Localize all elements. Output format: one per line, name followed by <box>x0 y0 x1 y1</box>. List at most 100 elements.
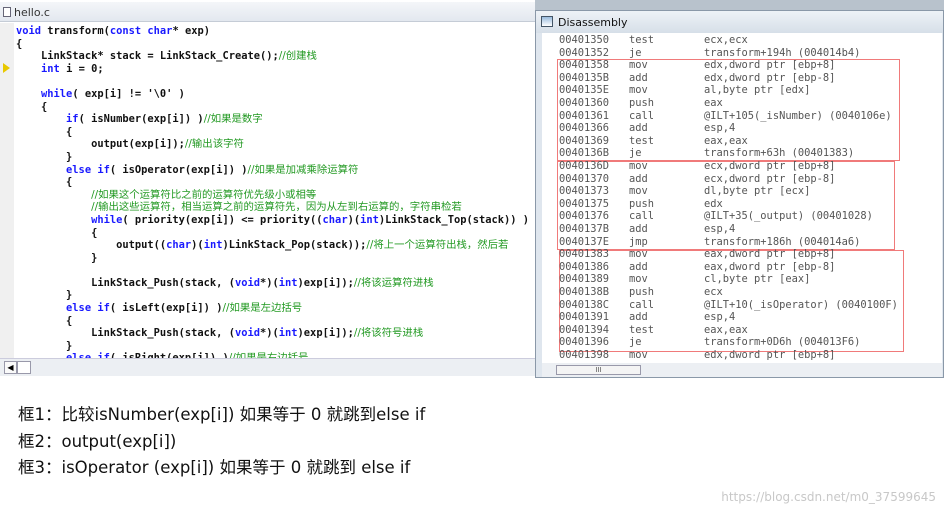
disassembly-row[interactable]: 00401366 add esp,4 <box>542 122 942 135</box>
code-text: ( isNumber(exp[i]) ) <box>78 113 204 126</box>
address: 00401361 <box>559 109 610 122</box>
address: 0040137E <box>559 235 610 248</box>
disassembly-row[interactable]: 0040135B add edx,dword ptr [ebp-8] <box>542 72 942 85</box>
disassembly-row[interactable]: 00401358 mov edx,dword ptr [ebp+8] <box>542 59 942 72</box>
code-line: } <box>16 340 534 353</box>
disassembly-row[interactable]: 00401350 test ecx,ecx <box>542 34 942 47</box>
keyword: if <box>66 113 79 126</box>
keyword: void <box>16 25 42 37</box>
operands: eax,eax <box>704 323 748 336</box>
disassembly-row[interactable]: 0040136D mov ecx,dword ptr [ebp+8] <box>542 160 942 173</box>
scroll-thumb[interactable] <box>17 361 31 374</box>
disassembly-row[interactable]: 00401383 mov eax,dword ptr [ebp+8] <box>542 248 942 261</box>
disassembly-row[interactable]: 00401375 push edx <box>542 198 942 211</box>
mnemonic: add <box>629 71 648 84</box>
disassembly-row[interactable]: 00401394 test eax,eax <box>542 324 942 337</box>
disassembly-row[interactable]: 00401398 mov edx,dword ptr [ebp+8] <box>542 349 942 362</box>
mnemonic: push <box>629 97 655 109</box>
disassembly-titlebar[interactable]: Disassembly <box>536 11 943 33</box>
mnemonic: push <box>629 197 655 210</box>
keyword: int <box>278 327 298 340</box>
disassembly-row[interactable]: 00401373 mov dl,byte ptr [ecx] <box>542 185 942 198</box>
address: 0040137B <box>559 223 610 235</box>
comment: //将该运算符进栈 <box>353 276 434 289</box>
code-text: ( isOperator(exp[i]) ) <box>109 163 248 176</box>
operands: edx,dword ptr [ebp-8] <box>704 71 836 84</box>
operands: transform+0D6h (004013F6) <box>704 336 861 349</box>
disassembly-listing[interactable]: 00401350 test ecx,ecx 00401352 je transform+1… <box>542 33 942 363</box>
disassembly-row[interactable]: 00401360 push eax <box>542 97 942 110</box>
operands: edx,dword ptr [ebp+8] <box>704 349 836 361</box>
keyword: int <box>41 62 60 75</box>
address: 00401350 <box>559 34 610 46</box>
code-line: while( priority(exp[i]) <= priority((cha… <box>16 214 534 227</box>
address: 00401370 <box>559 172 610 185</box>
code-line: output((char)(int)LinkStack_Pop(stack));… <box>16 239 534 252</box>
note-box-3: 框3：isOperator (exp[i]) 如果等于 0 就跳到 else i… <box>18 458 411 477</box>
code-text: )( <box>191 239 204 252</box>
operands: ecx,ecx <box>704 34 748 46</box>
disassembly-row[interactable]: 0040137B add esp,4 <box>542 223 942 236</box>
disassembly-row[interactable]: 00401352 je transform+194h (004014b4) <box>542 47 942 60</box>
disassembly-row[interactable]: 0040136B je transform+63h (00401383) <box>542 147 942 160</box>
address: 00401360 <box>559 97 610 109</box>
operands: esp,4 <box>704 311 736 324</box>
disassembly-row[interactable]: 00401396 je transform+0D6h (004013F6) <box>542 336 942 349</box>
disassembly-row[interactable]: 00401370 add ecx,dword ptr [ebp-8] <box>542 173 942 186</box>
disassembly-row[interactable]: 0040137E jmp transform+186h (004014a6) <box>542 236 942 249</box>
disassembly-window: Disassembly 00401350 test ecx,ecx 00401352 j… <box>535 10 944 378</box>
mnemonic: mov <box>629 349 648 361</box>
code-text: )exp[i]); <box>297 276 354 289</box>
disassembly-row[interactable]: 0040135E mov al,byte ptr [edx] <box>542 84 942 97</box>
disassembly-row[interactable]: 00401391 add esp,4 <box>542 311 942 324</box>
comment: //输出该字符 <box>184 138 244 151</box>
code-area[interactable]: void transform(const char* exp){ LinkSta… <box>16 25 534 358</box>
disassembly-horizontal-scrollbar[interactable]: III <box>542 363 942 377</box>
comment: //如果是左边括号 <box>222 302 303 315</box>
operands: transform+63h (00401383) <box>704 147 855 160</box>
code-text: { <box>16 314 73 327</box>
code-line: LinkStack* stack = LinkStack_Create();//… <box>16 50 534 63</box>
disassembly-row[interactable]: 00401361 call @ILT+105(_isNumber) (0040106… <box>542 110 942 123</box>
code-line: LinkStack_Push(stack, (void*)(int)exp[i]… <box>16 277 534 290</box>
disassembly-row[interactable]: 0040138C call @ILT+10(_isOperator) (004010… <box>542 299 942 312</box>
source-editor-window: hello.c void transform(const char* exp){… <box>0 0 536 378</box>
code-text: LinkStack_Push(stack, ( <box>16 327 235 340</box>
disassembly-row[interactable]: 00401386 add eax,dword ptr [ebp-8] <box>542 261 942 274</box>
mnemonic: add <box>629 122 648 135</box>
comment: //如果是加减乘除运算符 <box>247 163 359 176</box>
mnemonic: call <box>629 210 655 223</box>
keyword: void <box>234 276 260 289</box>
disassembly-row[interactable]: 00401369 test eax,eax <box>542 135 942 148</box>
code-text: ( priority(exp[i]) <= priority(( <box>122 213 323 226</box>
scroll-thumb[interactable]: III <box>556 365 641 375</box>
disassembly-row[interactable]: 00401389 mov cl,byte ptr [eax] <box>542 273 942 286</box>
mnemonic: mov <box>629 160 648 172</box>
operands: al,byte ptr [edx] <box>704 84 811 97</box>
code-line: int i = 0; <box>16 63 534 76</box>
operands: transform+186h (004014a6) <box>704 235 861 248</box>
operands: cl,byte ptr [eax] <box>704 273 811 286</box>
address: 00401369 <box>559 134 610 147</box>
editor-horizontal-scrollbar[interactable]: ◀ <box>0 358 536 376</box>
code-line: output(exp[i]);//输出该字符 <box>16 138 534 151</box>
code-text: )LinkStack_Pop(stack)); <box>222 239 367 252</box>
operands: ecx <box>704 286 723 298</box>
code-text: } <box>16 251 98 264</box>
disassembly-row[interactable]: 00401376 call @ILT+35(_output) (00401028) <box>542 210 942 223</box>
note-box-2: 框2：output(exp[i]) <box>18 431 177 451</box>
scroll-left-icon[interactable]: ◀ <box>4 361 17 374</box>
comment: //如果是数字 <box>203 113 263 126</box>
disassembly-row[interactable]: 0040138B push ecx <box>542 286 942 299</box>
code-text: { <box>16 37 23 50</box>
address: 0040136B <box>559 147 610 160</box>
mnemonic: mov <box>629 248 648 261</box>
address: 00401352 <box>559 46 610 59</box>
editor-tab[interactable]: hello.c <box>0 2 536 22</box>
operands: dl,byte ptr [ecx] <box>704 185 811 198</box>
address: 00401358 <box>559 59 610 72</box>
